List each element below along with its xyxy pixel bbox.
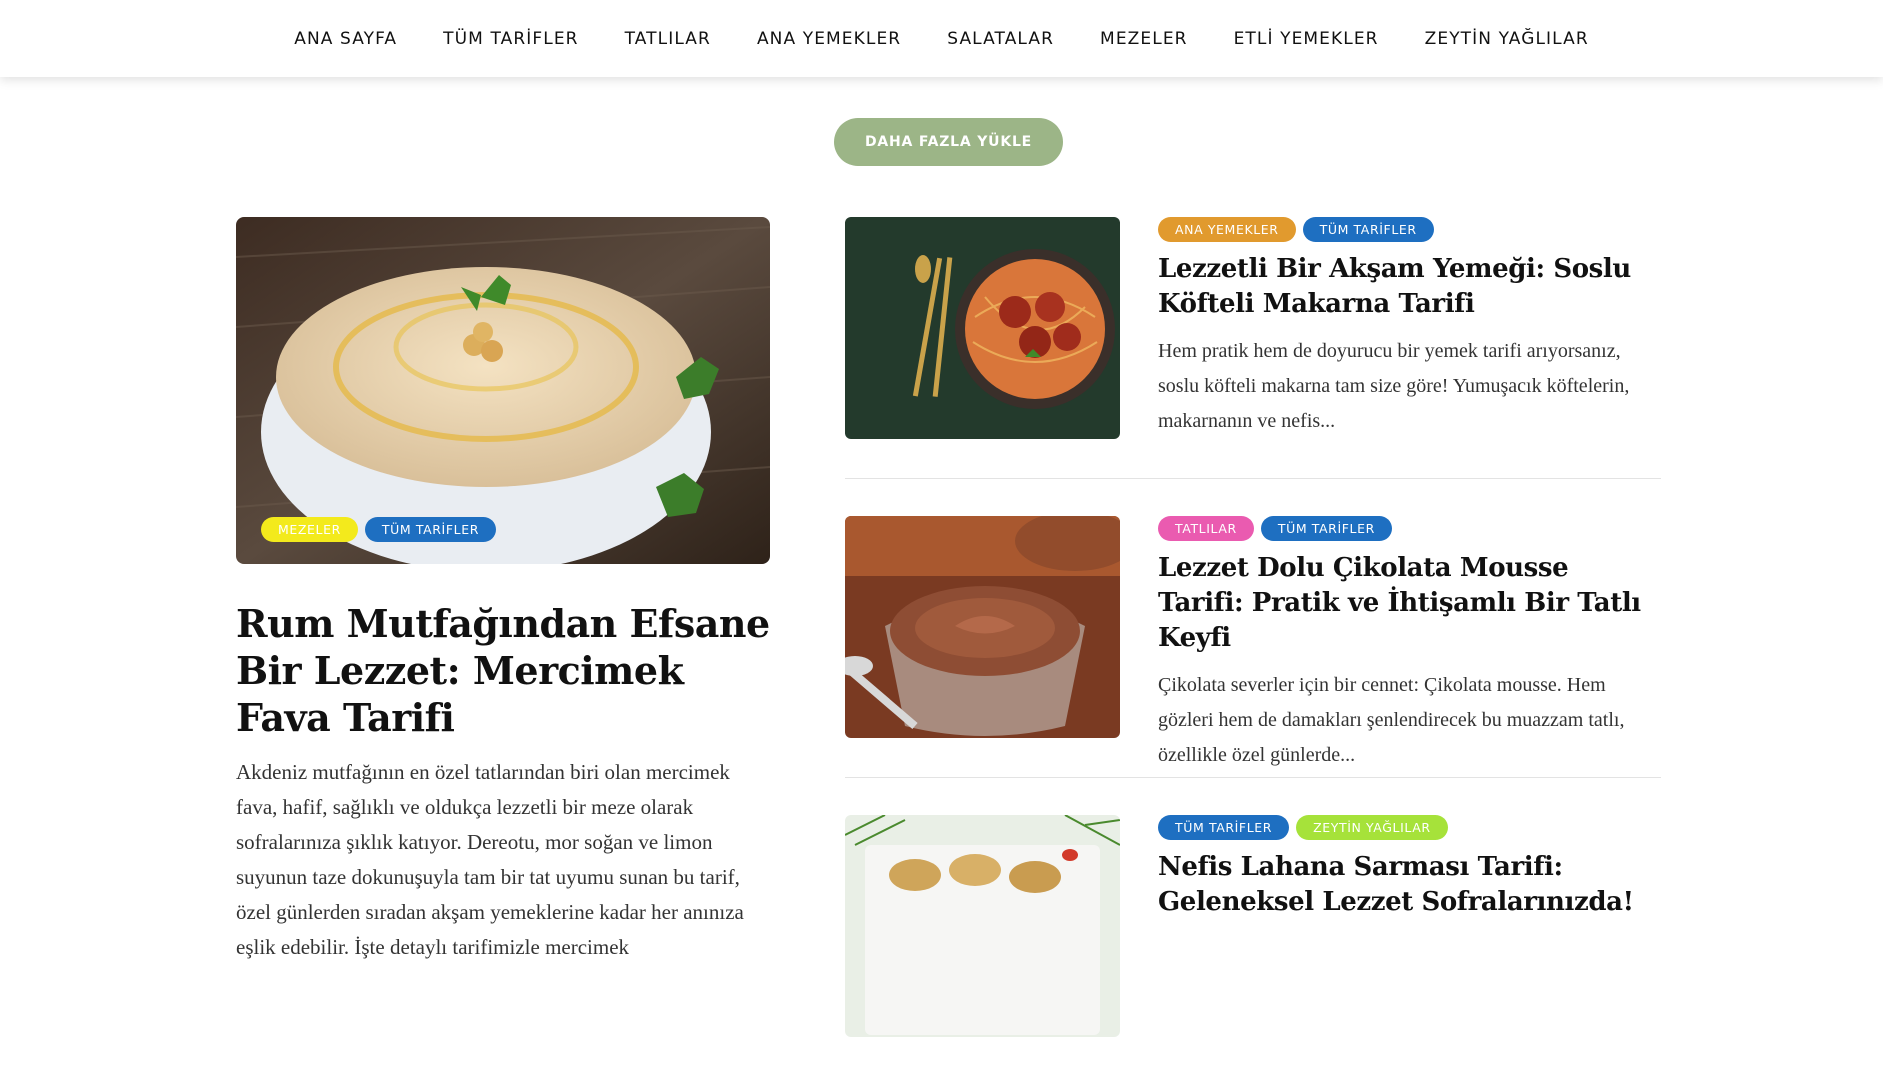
category-tag[interactable]: TÜM TARİFLER	[1302, 217, 1434, 242]
nav-item-home[interactable]: ANA SAYFA	[294, 29, 397, 49]
stuffed-cabbage-image	[845, 815, 1120, 1037]
featured-post-image[interactable]: MEZELER TÜM TARİFLER	[236, 217, 770, 564]
post-card: TATLILAR TÜM TARİFLER Lezzet Dolu Çikola…	[845, 516, 1661, 776]
hummus-bowl-image	[236, 217, 770, 564]
post-image[interactable]	[845, 516, 1120, 738]
featured-post: MEZELER TÜM TARİFLER Rum Mutfağından Efs…	[236, 217, 770, 965]
featured-post-tags: MEZELER TÜM TARİFLER	[261, 517, 496, 542]
post-title[interactable]: Lezzet Dolu Çikolata Mousse Tarifi: Prat…	[1158, 551, 1661, 656]
post-excerpt: Çikolata severler için bir cennet: Çikol…	[1158, 674, 1625, 766]
nav-item-olive-oil-dishes[interactable]: ZEYTİN YAĞLILAR	[1425, 29, 1589, 49]
post-image[interactable]	[845, 815, 1120, 1037]
category-tag[interactable]: ANA YEMEKLER	[1158, 217, 1296, 242]
chocolate-mousse-image	[845, 516, 1120, 738]
category-tag[interactable]: TATLILAR	[1158, 516, 1254, 541]
divider	[845, 478, 1661, 479]
load-more-button[interactable]: DAHA FAZLA YÜKLE	[834, 118, 1063, 166]
post-tags: TÜM TARİFLER ZEYTİN YAĞLILAR	[1158, 815, 1661, 840]
post-card: TÜM TARİFLER ZEYTİN YAĞLILAR Nefis Lahan…	[845, 815, 1661, 1075]
post-tags: ANA YEMEKLER TÜM TARİFLER	[1158, 217, 1661, 242]
category-tag[interactable]: TÜM TARİFLER	[1260, 516, 1392, 541]
category-tag[interactable]: TÜM TARİFLER	[1158, 815, 1290, 840]
post-title[interactable]: Nefis Lahana Sarması Tarifi: Geleneksel …	[1158, 850, 1661, 920]
category-tag[interactable]: MEZELER	[261, 517, 358, 542]
meatball-pasta-image	[845, 217, 1120, 439]
divider	[845, 777, 1661, 778]
nav-item-meat-dishes[interactable]: ETLİ YEMEKLER	[1234, 29, 1379, 49]
nav-item-salads[interactable]: SALATALAR	[947, 29, 1054, 49]
post-card: ANA YEMEKLER TÜM TARİFLER Lezzetli Bir A…	[845, 217, 1661, 477]
nav-item-main-dishes[interactable]: ANA YEMEKLER	[757, 29, 901, 49]
post-excerpt: Hem pratik hem de doyurucu bir yemek tar…	[1158, 340, 1630, 432]
post-title[interactable]: Lezzetli Bir Akşam Yemeği: Soslu Köfteli…	[1158, 252, 1661, 322]
nav-item-all-recipes[interactable]: TÜM TARİFLER	[443, 29, 578, 49]
category-tag[interactable]: TÜM TARİFLER	[364, 517, 496, 542]
category-tag[interactable]: ZEYTİN YAĞLILAR	[1296, 815, 1448, 840]
nav-item-appetizers[interactable]: MEZELER	[1100, 29, 1188, 49]
featured-post-excerpt: Akdeniz mutfağının en özel tatlarından b…	[236, 760, 744, 959]
post-image[interactable]	[845, 217, 1120, 439]
post-tags: TATLILAR TÜM TARİFLER	[1158, 516, 1661, 541]
featured-post-title[interactable]: Rum Mutfağından Efsane Bir Lezzet: Merci…	[236, 600, 770, 741]
nav-item-desserts[interactable]: TATLILAR	[625, 29, 711, 49]
main-navigation: ANA SAYFA TÜM TARİFLER TATLILAR ANA YEME…	[0, 0, 1883, 77]
